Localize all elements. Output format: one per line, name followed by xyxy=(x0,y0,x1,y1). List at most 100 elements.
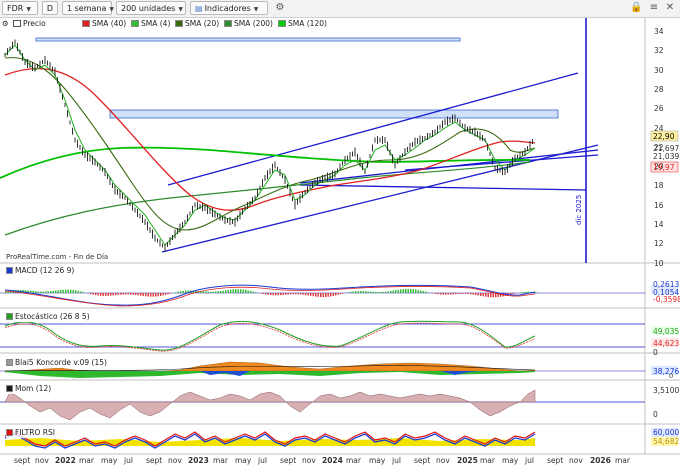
price-axis-tick: 28 xyxy=(654,84,664,94)
rsi-title[interactable]: FILTRO RSI xyxy=(6,428,57,438)
macd-histogram-bar xyxy=(470,293,472,295)
sma20-line xyxy=(4,57,536,231)
macd-histogram-bar xyxy=(525,291,527,293)
price-axis-tick: 26 xyxy=(654,104,664,114)
macd-histogram-bar xyxy=(277,293,279,296)
macd-histogram-bar xyxy=(95,293,97,296)
macd-histogram-bar xyxy=(520,292,522,293)
macd-histogram-bar xyxy=(167,293,169,295)
time-axis-tick: mar xyxy=(615,456,630,465)
macd-histogram-bar xyxy=(512,293,514,294)
resistance-zone-mid xyxy=(109,109,559,119)
rsi-filter-panel xyxy=(4,431,536,449)
macd-histogram-bar xyxy=(285,293,287,295)
watermark: ProRealTime.com - Fin de Día xyxy=(6,253,109,261)
koncorde-value-1: 38,276 xyxy=(653,367,680,376)
time-axis-tick: jul xyxy=(392,456,401,465)
macd-histogram-bar xyxy=(75,290,77,293)
macd-signal-line xyxy=(4,286,536,307)
macd-histogram-bar xyxy=(70,289,72,293)
macd-histogram-bar xyxy=(437,293,439,295)
macd-histogram-bar xyxy=(177,291,179,293)
macd-histogram-bar xyxy=(435,293,437,294)
time-axis-tick: jul xyxy=(525,456,534,465)
macd-histogram-bar xyxy=(382,291,384,293)
sma120-line xyxy=(0,146,531,179)
time-axis-tick: may xyxy=(101,456,118,465)
momentum-panel xyxy=(0,389,645,421)
macd-histogram-bar xyxy=(340,293,342,295)
time-axis-tick: 2025 xyxy=(457,456,478,465)
time-axis-tick: jul xyxy=(124,456,133,465)
macd-histogram-bar xyxy=(292,293,294,295)
time-axis-tick: jul xyxy=(258,456,267,465)
macd-histogram-bar xyxy=(182,290,184,293)
macd-histogram-bar xyxy=(255,292,257,293)
stoch-value-1: 49,035 xyxy=(653,327,680,336)
macd-histogram-bar xyxy=(90,293,92,295)
macd-histogram-bar xyxy=(330,293,332,297)
time-axis-tick: mar xyxy=(480,456,495,465)
mom-swatch-icon xyxy=(6,385,13,392)
macd-histogram-bar xyxy=(92,293,94,295)
price-axis-tick: 14 xyxy=(654,220,664,229)
koncorde-title[interactable]: Blai5 Koncorde v.09 (15) xyxy=(6,358,109,368)
macd-histogram-bar xyxy=(280,293,282,296)
price-axis-tick: 10 xyxy=(654,258,664,268)
macd-histogram-bar xyxy=(282,293,284,295)
koncorde-swatch-icon xyxy=(6,359,13,366)
macd-histogram-bar xyxy=(387,291,389,293)
macd-histogram-bar xyxy=(145,293,147,297)
macd-histogram-bar xyxy=(475,293,477,295)
macd-histogram-bar xyxy=(367,291,369,293)
macd-histogram-bar xyxy=(485,293,487,297)
macd-histogram-bar xyxy=(305,293,307,296)
price-axis-tick: 32 xyxy=(654,46,664,56)
mom-title[interactable]: Mom (12) xyxy=(6,384,54,394)
macd-histogram-bar xyxy=(457,293,459,294)
macd-histogram-bar xyxy=(327,293,329,297)
time-axis-tick: mar xyxy=(79,456,94,465)
macd-histogram-bar xyxy=(442,293,444,295)
macd-histogram-bar xyxy=(115,293,117,296)
macd-histogram-bar xyxy=(490,293,492,298)
macd-histogram-bar xyxy=(155,293,157,297)
stoch-title[interactable]: Estocástico (26 8 5) xyxy=(6,312,92,322)
macd-histogram-bar xyxy=(110,293,112,296)
time-axis-tick: nov xyxy=(436,456,450,465)
macd-histogram-bar xyxy=(395,290,397,293)
macd-histogram-bar xyxy=(350,291,352,293)
macd-histogram-bar xyxy=(410,288,412,293)
macd-histogram-bar xyxy=(67,289,69,293)
macd-histogram-bar xyxy=(140,293,142,296)
macd-histogram-bar xyxy=(462,293,464,294)
stoch-axis-zero: 0 xyxy=(653,348,658,357)
macd-histogram-bar xyxy=(425,291,427,293)
macd-histogram-bar xyxy=(207,291,209,293)
macd-histogram-bar xyxy=(445,293,447,295)
macd-histogram-bar xyxy=(422,290,424,293)
macd-histogram-bar xyxy=(125,293,127,295)
macd-histogram-bar xyxy=(440,293,442,295)
macd-histogram-bar xyxy=(132,293,134,295)
macd-histogram-bar xyxy=(157,293,159,297)
macd-histogram-bar xyxy=(250,290,252,293)
macd-histogram-bar xyxy=(112,293,114,296)
macd-histogram-bar xyxy=(235,289,237,293)
macd-histogram-bar xyxy=(127,293,129,295)
time-axis-tick: 2022 xyxy=(55,456,76,465)
macd-histogram-bar xyxy=(52,290,54,293)
resistance-zone-top xyxy=(35,37,461,42)
macd-histogram-bar xyxy=(210,291,212,293)
stoch-swatch-icon xyxy=(6,313,13,320)
macd-histogram-bar xyxy=(480,293,482,296)
rsi-label: FILTRO RSI xyxy=(15,428,55,437)
macd-title[interactable]: MACD (12 26 9) xyxy=(6,266,77,276)
macd-swatch-icon xyxy=(6,267,13,274)
macd-histogram-bar xyxy=(245,289,247,293)
price-chart[interactable] xyxy=(0,0,680,466)
mom-value-1: 3,5100 xyxy=(653,386,680,395)
macd-histogram-bar xyxy=(160,293,162,296)
stochastic-panel xyxy=(0,320,645,352)
macd-histogram-bar xyxy=(270,293,272,296)
